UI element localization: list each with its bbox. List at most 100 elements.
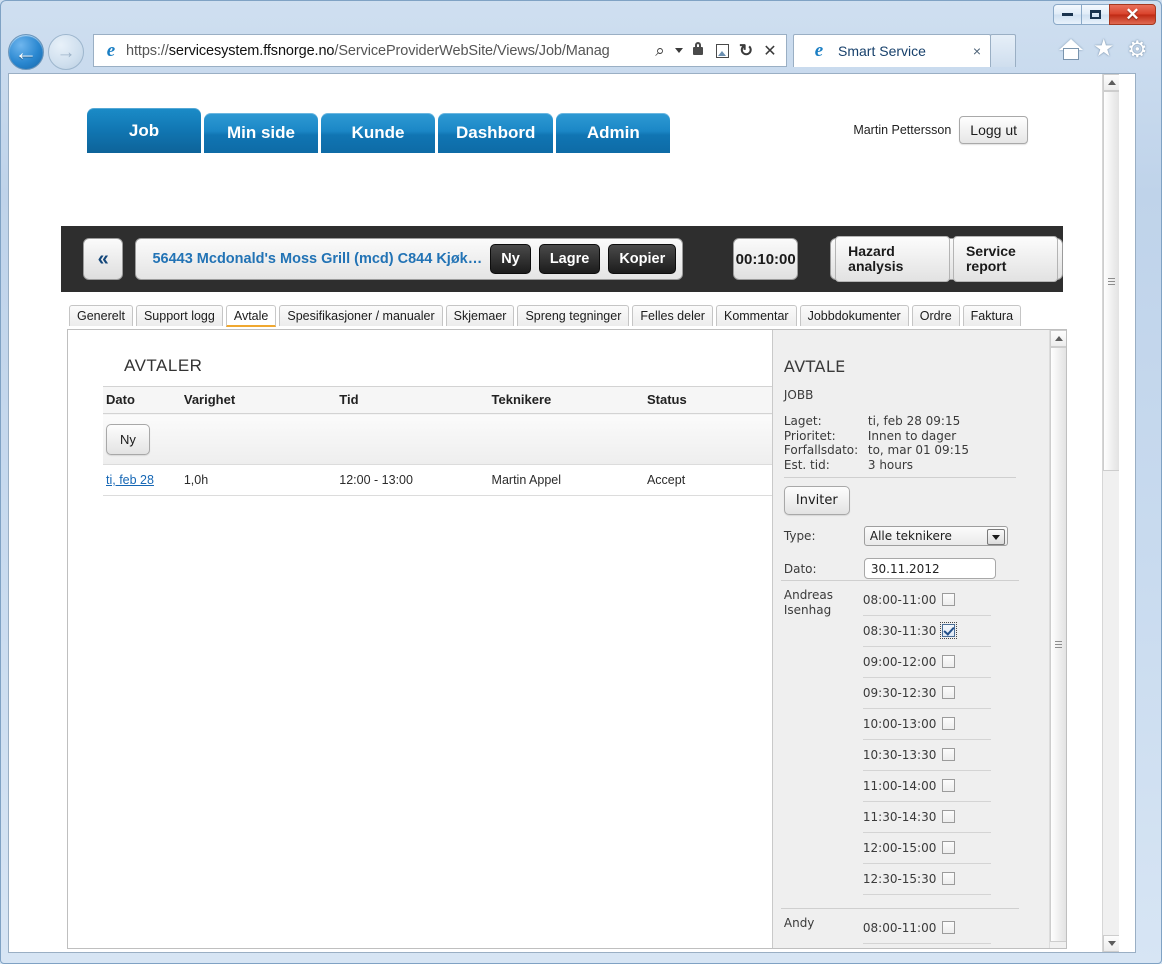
section-tab-spreng-tegninger[interactable]: Spreng tegninger [517, 305, 630, 326]
cell-varighet: 1,0h [183, 464, 340, 496]
time-slot-checkbox[interactable] [942, 921, 956, 934]
tab-close-icon[interactable]: × [968, 43, 986, 59]
time-slot-row[interactable]: 08:30-11:30 [862, 615, 991, 647]
nav-tab-dashbord[interactable]: Dashbord [438, 113, 554, 153]
gear-icon[interactable]: ⚙ [1127, 36, 1152, 62]
address-bar[interactable]: e https://servicesystem.ffsnorge.no/Serv… [93, 34, 787, 67]
time-slot-row[interactable]: 11:00-14:00 [862, 770, 991, 802]
time-slot-row[interactable]: 09:30-12:30 [862, 677, 991, 709]
metadata-row: Laget: ti, feb 28 09:15 [784, 414, 1019, 429]
forward-button[interactable]: → [48, 34, 84, 70]
time-slot-row[interactable]: 08:00-11:00 [862, 584, 991, 616]
scrollbar-thumb[interactable] [1050, 347, 1066, 942]
cell-tid: 12:00 - 13:00 [339, 464, 492, 496]
nav-tab-kunde[interactable]: Kunde [321, 113, 435, 153]
nav-tab-job[interactable]: Job [87, 108, 201, 153]
scrollbar-thumb[interactable] [1103, 91, 1119, 471]
scroll-up-button[interactable] [1050, 330, 1066, 347]
time-slot-row[interactable]: 10:30-13:30 [862, 739, 991, 771]
ie-logo-icon: e [106, 39, 116, 61]
job-save-button[interactable]: Lagre [538, 244, 601, 274]
time-slot-row[interactable]: 11:30-14:30 [862, 801, 991, 833]
new-appointment-button[interactable]: Ny [106, 423, 150, 455]
logout-button[interactable]: Logg ut [959, 116, 1028, 144]
search-icon[interactable]: ⌕ [648, 38, 672, 64]
column-header-status[interactable]: Status [646, 386, 773, 414]
time-slot-checkbox[interactable] [942, 593, 956, 606]
service-report-button[interactable]: Service report [952, 236, 1058, 282]
section-tab-avtale[interactable]: Avtale [225, 305, 277, 327]
browser-tab[interactable]: e Smart Service × [793, 34, 991, 67]
chevron-down-icon[interactable] [986, 529, 1005, 545]
minimize-button[interactable] [1053, 4, 1082, 25]
appointment-date-link[interactable]: ti, feb 28 [106, 473, 154, 487]
page-viewport: Job Min side Kunde Dashbord Admin Martin Pet… [8, 73, 1136, 953]
section-tab-spesifikasjoner-manualer[interactable]: Spesifikasjoner / manualer [279, 305, 443, 326]
sidebar-scrollbar[interactable] [1049, 330, 1066, 948]
favorites-star-icon[interactable]: ★ [1093, 36, 1118, 62]
time-slot-row[interactable]: 08:00-11:00 [862, 912, 991, 944]
time-slot-checkbox[interactable] [942, 717, 956, 730]
time-slot-checkbox[interactable] [942, 810, 956, 823]
home-icon[interactable] [1059, 36, 1084, 62]
job-title[interactable]: 56443 Mcdonald's Moss Grill (mcd) C844 K… [152, 251, 482, 267]
section-tab-support-logg[interactable]: Support logg [135, 305, 223, 326]
time-slot-checkbox[interactable] [942, 779, 956, 792]
appointments-table: Dato Varighet Tid Teknikere Status Ny ti, feb… [103, 386, 773, 496]
cell-dato: ti, feb 28 [103, 464, 184, 496]
collapse-panel-button[interactable]: « [83, 238, 124, 280]
refresh-icon[interactable]: ↻ [734, 38, 758, 64]
table-row[interactable]: ti, feb 28 1,0h 12:00 - 13:00 Martin Appel A… [103, 464, 773, 496]
column-header-teknikere[interactable]: Teknikere [491, 386, 647, 414]
column-header-tid[interactable]: Tid [339, 386, 492, 414]
compatibility-view-icon[interactable] [710, 38, 734, 64]
stop-icon[interactable]: ✕ [758, 38, 782, 64]
column-header-varighet[interactable]: Varighet [183, 386, 340, 414]
hazard-analysis-button[interactable]: Hazard analysis [835, 236, 950, 282]
close-window-button[interactable]: ✕ [1109, 4, 1156, 25]
time-slot-label: 10:00-13:00 [862, 716, 937, 731]
time-slot-checkbox[interactable] [942, 872, 956, 885]
time-slot-checkbox[interactable] [942, 748, 956, 761]
job-copy-button[interactable]: Kopier [608, 244, 677, 274]
time-slot-checkbox[interactable] [942, 841, 956, 854]
nav-tab-admin[interactable]: Admin [556, 113, 671, 153]
nav-tab-label: Kunde [351, 123, 405, 142]
time-slot-row[interactable]: 12:00-15:00 [862, 832, 991, 864]
section-tab-jobbdokumenter[interactable]: Jobbdokumenter [799, 305, 909, 326]
date-input[interactable]: 30.11.2012 [863, 558, 996, 579]
metadata-key: Forfallsdato: [783, 443, 859, 457]
time-slot-row[interactable]: 12:30-15:30 [862, 863, 991, 895]
section-tab-faktura[interactable]: Faktura [962, 305, 1022, 326]
back-button[interactable]: ← [8, 34, 44, 70]
time-slot-checkbox[interactable] [942, 686, 956, 699]
column-header-dato[interactable]: Dato [103, 386, 184, 414]
time-slot-row[interactable]: 09:00-12:00 [862, 646, 991, 678]
job-new-button[interactable]: Ny [490, 244, 531, 274]
time-slot-checkbox[interactable] [942, 655, 956, 668]
section-tab-skjemaer[interactable]: Skjemaer [445, 305, 515, 326]
technician-type-select[interactable]: Alle teknikere [863, 526, 1008, 546]
scroll-down-button[interactable] [1103, 935, 1119, 952]
maximize-button[interactable] [1081, 4, 1110, 25]
nav-tab-min-side[interactable]: Min side [204, 113, 318, 153]
job-timer[interactable]: 00:10:00 [733, 238, 799, 280]
time-slot-checkbox[interactable] [940, 622, 958, 639]
table-toolbar-row: Ny [103, 413, 773, 465]
section-tab-ordre[interactable]: Ordre [911, 305, 960, 326]
report-button-group: Hazard analysis Service report [830, 236, 1063, 282]
section-tab-generelt[interactable]: Generelt [69, 305, 133, 326]
section-tab-felles-deler[interactable]: Felles deler [632, 305, 713, 326]
scroll-up-button[interactable] [1103, 74, 1119, 91]
chevron-down-icon[interactable] [672, 38, 686, 64]
time-slot-row[interactable]: 10:00-13:00 [862, 708, 991, 740]
url-scheme: https:// [126, 42, 169, 59]
metadata-key: Est. tid: [783, 457, 830, 472]
page-scrollbar[interactable] [1102, 74, 1119, 952]
new-tab-button[interactable] [990, 34, 1016, 67]
window-controls: ✕ [1053, 4, 1156, 26]
invite-button[interactable]: Inviter [783, 486, 850, 515]
appointments-pane: AVTALER Dato Varighet Tid Teknikere Status N… [68, 330, 773, 948]
section-tab-kommentar[interactable]: Kommentar [715, 305, 797, 326]
time-slot-row[interactable]: 08:30-11:30 [863, 943, 991, 948]
